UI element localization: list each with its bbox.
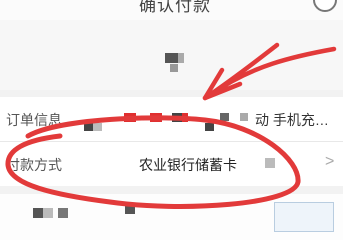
- annotation-arrow-head: [202, 46, 337, 101]
- annotation-overlay: [5, 42, 337, 209]
- annotation-circle: [5, 115, 301, 209]
